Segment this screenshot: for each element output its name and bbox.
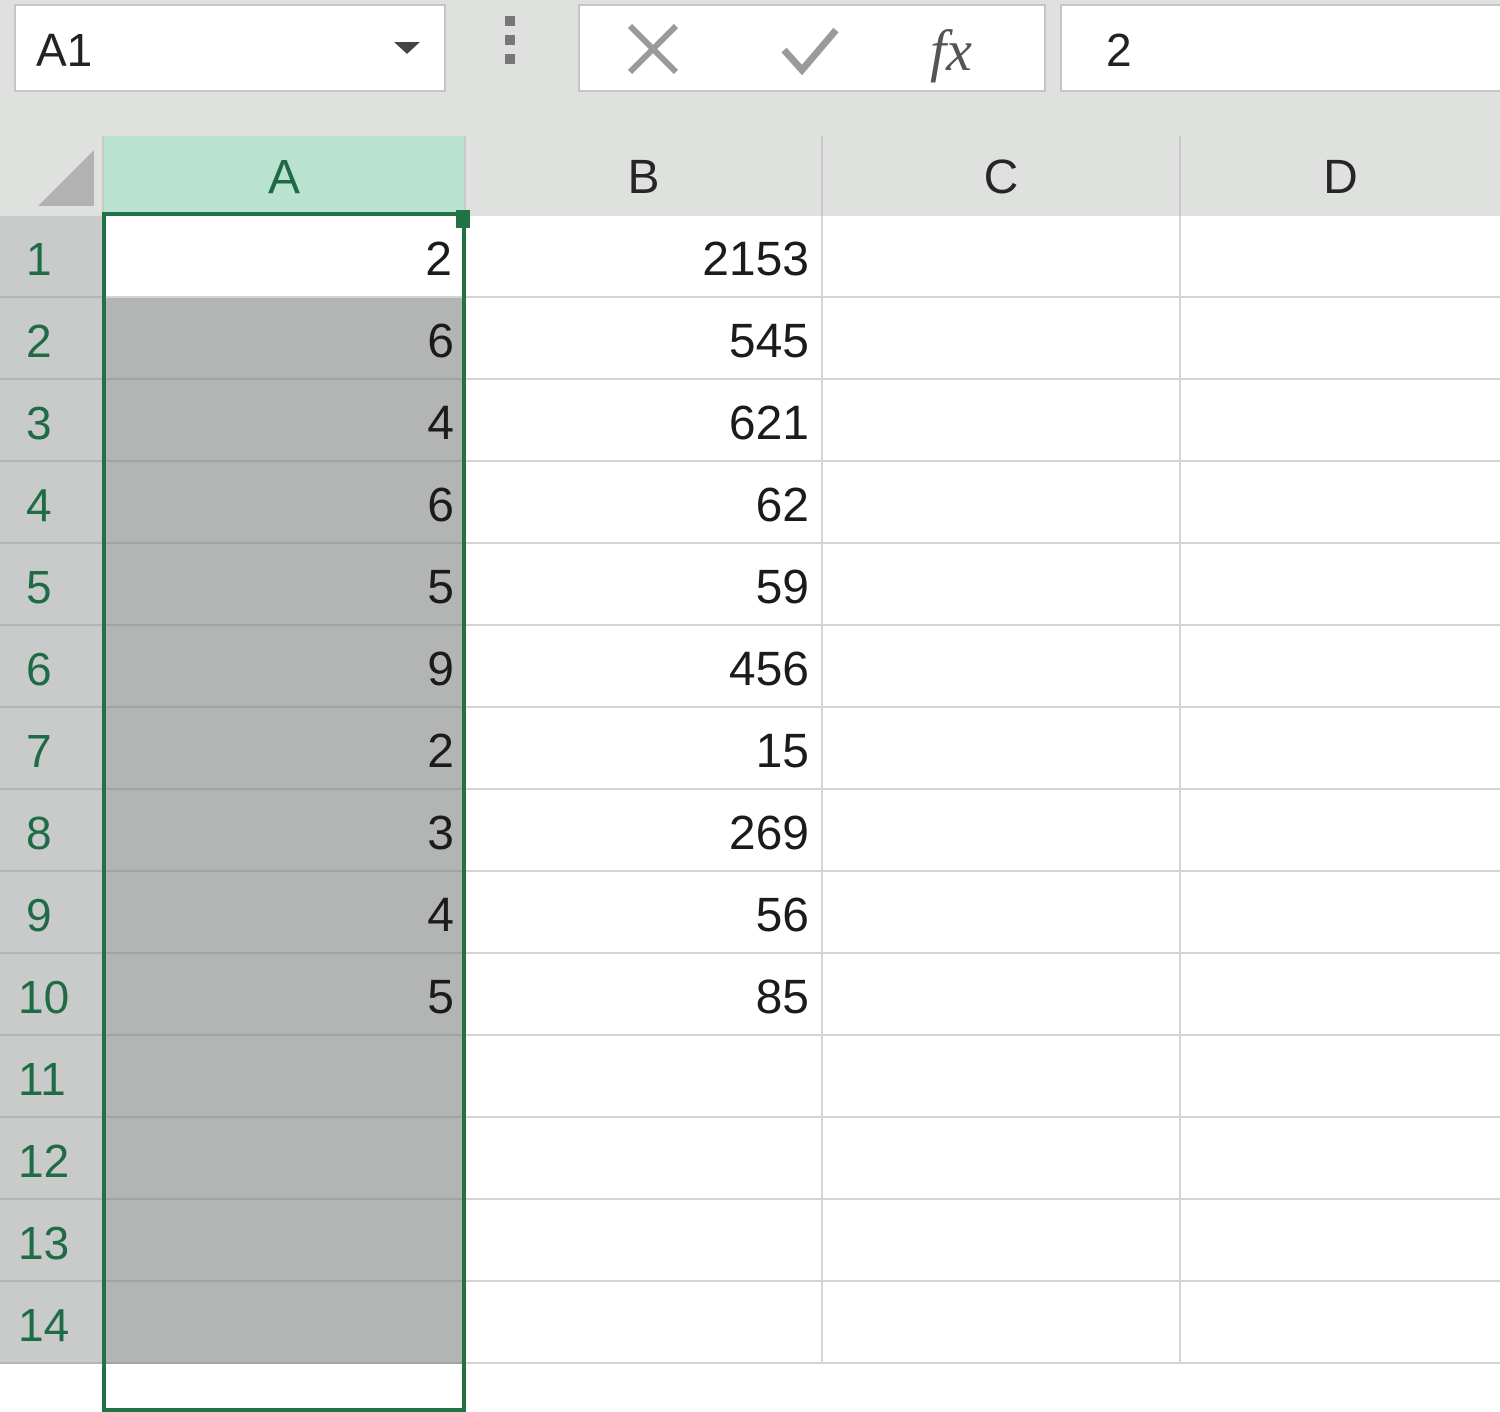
row-header-14[interactable]: 14 xyxy=(0,1282,104,1364)
cell-a8[interactable]: 3 xyxy=(104,790,466,872)
cell-c3[interactable] xyxy=(823,380,1181,462)
cell-b13[interactable] xyxy=(466,1200,823,1282)
cell-a12[interactable] xyxy=(104,1118,466,1200)
cell-b2[interactable]: 545 xyxy=(466,298,823,380)
cell-a9[interactable]: 4 xyxy=(104,872,466,954)
cell-c6[interactable] xyxy=(823,626,1181,708)
column-header-a[interactable]: A xyxy=(104,136,466,216)
cell-c10[interactable] xyxy=(823,954,1181,1036)
row-header-1[interactable]: 1 xyxy=(0,216,104,298)
row-header-8[interactable]: 8 xyxy=(0,790,104,872)
cell-b3[interactable]: 621 xyxy=(466,380,823,462)
cell-d6[interactable] xyxy=(1181,626,1500,708)
cell-c1[interactable] xyxy=(823,216,1181,298)
cell-c2[interactable] xyxy=(823,298,1181,380)
cell-c9[interactable] xyxy=(823,872,1181,954)
row-header-9[interactable]: 9 xyxy=(0,872,104,954)
cell-b8[interactable]: 269 xyxy=(466,790,823,872)
row-header-7[interactable]: 7 xyxy=(0,708,104,790)
cell-a13[interactable] xyxy=(104,1200,466,1282)
fx-icon: fx xyxy=(930,18,972,83)
cell-b14[interactable] xyxy=(466,1282,823,1364)
fx-label: fx xyxy=(930,18,972,83)
cell-d4[interactable] xyxy=(1181,462,1500,544)
select-all-button[interactable] xyxy=(0,136,104,216)
cell-d10[interactable] xyxy=(1181,954,1500,1036)
cell-a7[interactable]: 2 xyxy=(104,708,466,790)
cell-d9[interactable] xyxy=(1181,872,1500,954)
name-box-value: A1 xyxy=(36,24,93,76)
cell-b11[interactable] xyxy=(466,1036,823,1118)
formula-bar: A1 fx 2 xyxy=(0,0,1500,136)
cell-b6[interactable]: 456 xyxy=(466,626,823,708)
row-header-6[interactable]: 6 xyxy=(0,626,104,708)
cell-d14[interactable] xyxy=(1181,1282,1500,1364)
cell-d11[interactable] xyxy=(1181,1036,1500,1118)
cell-c5[interactable] xyxy=(823,544,1181,626)
cell-b12[interactable] xyxy=(466,1118,823,1200)
cell-a2[interactable]: 6 xyxy=(104,298,466,380)
cell-b10[interactable]: 85 xyxy=(466,954,823,1036)
cell-a14[interactable] xyxy=(104,1282,466,1364)
row-header-4[interactable]: 4 xyxy=(0,462,104,544)
row-header-10[interactable]: 10 xyxy=(0,954,104,1036)
cell-b1[interactable]: 2153 xyxy=(466,216,823,298)
column-header-d[interactable]: D xyxy=(1181,136,1500,216)
cell-c8[interactable] xyxy=(823,790,1181,872)
row-header-13[interactable]: 13 xyxy=(0,1200,104,1282)
cell-d12[interactable] xyxy=(1181,1118,1500,1200)
row-header-5[interactable]: 5 xyxy=(0,544,104,626)
row-header-2[interactable]: 2 xyxy=(0,298,104,380)
column-header-b[interactable]: B xyxy=(466,136,823,216)
cell-a3[interactable]: 4 xyxy=(104,380,466,462)
row-header-12[interactable]: 12 xyxy=(0,1118,104,1200)
cell-c14[interactable] xyxy=(823,1282,1181,1364)
formula-input[interactable]: 2 xyxy=(1060,4,1500,92)
grip-icon[interactable] xyxy=(503,16,517,72)
column-header-c[interactable]: C xyxy=(823,136,1181,216)
enter-button[interactable] xyxy=(776,14,846,86)
cell-c7[interactable] xyxy=(823,708,1181,790)
cell-c12[interactable] xyxy=(823,1118,1181,1200)
cell-a5[interactable]: 5 xyxy=(104,544,466,626)
insert-function-button[interactable]: fx xyxy=(926,14,996,86)
cell-d8[interactable] xyxy=(1181,790,1500,872)
cell-d7[interactable] xyxy=(1181,708,1500,790)
formula-buttons: fx xyxy=(578,4,1046,92)
cell-b9[interactable]: 56 xyxy=(466,872,823,954)
formula-input-value: 2 xyxy=(1106,24,1132,76)
name-box[interactable]: A1 xyxy=(14,4,446,92)
chevron-down-icon[interactable] xyxy=(394,42,420,54)
fill-handle[interactable] xyxy=(456,210,470,228)
cell-a4[interactable]: 6 xyxy=(104,462,466,544)
cell-a1[interactable]: 2 xyxy=(104,216,466,298)
close-icon xyxy=(627,23,679,75)
checkmark-icon xyxy=(781,27,839,76)
cell-d3[interactable] xyxy=(1181,380,1500,462)
cell-c13[interactable] xyxy=(823,1200,1181,1282)
cancel-button[interactable] xyxy=(620,14,690,86)
row-header-3[interactable]: 3 xyxy=(0,380,104,462)
row-header-11[interactable]: 11 xyxy=(0,1036,104,1118)
cell-d2[interactable] xyxy=(1181,298,1500,380)
cell-a6[interactable]: 9 xyxy=(104,626,466,708)
cell-d5[interactable] xyxy=(1181,544,1500,626)
cell-a10[interactable]: 5 xyxy=(104,954,466,1036)
cell-c4[interactable] xyxy=(823,462,1181,544)
cell-d1[interactable] xyxy=(1181,216,1500,298)
cell-b7[interactable]: 15 xyxy=(466,708,823,790)
cell-b4[interactable]: 62 xyxy=(466,462,823,544)
cell-d13[interactable] xyxy=(1181,1200,1500,1282)
cell-b5[interactable]: 59 xyxy=(466,544,823,626)
cell-a11[interactable] xyxy=(104,1036,466,1118)
cell-c11[interactable] xyxy=(823,1036,1181,1118)
